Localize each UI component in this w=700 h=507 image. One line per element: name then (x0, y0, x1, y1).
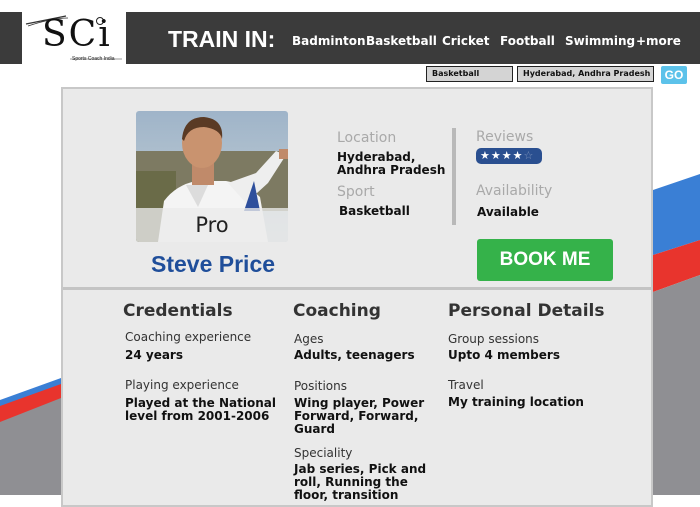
availability-label: Availability (476, 183, 553, 199)
playing-experience-value: Played at the National level from 2001-2… (125, 396, 276, 423)
logo-tagline: Sports Coach India (72, 56, 115, 62)
coaching-experience-value: 24 years (125, 348, 183, 362)
sport-search-field[interactable]: Basketball (426, 66, 513, 82)
travel-value: My training location (448, 395, 584, 409)
top-navbar: SCi Sports Coach India TRAIN IN: Badmint… (0, 12, 700, 64)
playing-experience-label: Playing experience (125, 378, 239, 392)
location-label: Location (337, 130, 397, 146)
site-logo[interactable]: SCi Sports Coach India (22, 12, 126, 64)
speciality-label: Speciality (294, 446, 353, 460)
nav-swimming[interactable]: Swimming (565, 34, 635, 48)
availability-value: Available (477, 205, 539, 219)
travel-label: Travel (448, 378, 484, 392)
positions-value: Wing player, Power Forward, Forward, Gua… (294, 396, 425, 436)
credentials-heading: Credentials (123, 301, 233, 321)
coach-photo: Pro (136, 111, 288, 242)
positions-label: Positions (294, 379, 347, 393)
coaching-heading: Coaching (293, 301, 381, 321)
location-search-field[interactable]: Hyderabad, Andhra Pradesh (517, 66, 654, 82)
nav-basketball[interactable]: Basketball (366, 34, 437, 48)
info-divider (452, 128, 456, 225)
reviews-label: Reviews (476, 129, 534, 145)
speciality-value: Jab series, Pick and roll, Running the f… (294, 462, 427, 502)
personal-details-heading: Personal Details (448, 301, 605, 321)
group-sessions-label: Group sessions (448, 332, 540, 346)
sport-label: Sport (337, 184, 375, 200)
train-in-label: TRAIN IN: (168, 26, 276, 52)
nav-badminton[interactable]: Badminton (292, 34, 366, 48)
nav-football[interactable]: Football (500, 34, 555, 48)
coaching-experience-label: Coaching experience (125, 330, 252, 344)
go-button[interactable]: GO (661, 66, 687, 84)
location-value: Hyderabad, Andhra Pradesh (337, 150, 446, 177)
section-divider (63, 287, 651, 290)
coach-name: Steve Price (151, 251, 276, 277)
ages-label: Ages (294, 332, 324, 346)
nav-cricket[interactable]: Cricket (442, 34, 489, 48)
group-sessions-value: Upto 4 members (448, 348, 560, 362)
sport-value: Basketball (339, 204, 410, 218)
coach-profile-card: Pro Steve Price Location Hyderabad, Andh… (61, 87, 653, 507)
ages-value: Adults, teenagers (294, 348, 415, 362)
pro-badge: Pro (136, 208, 288, 242)
star-rating[interactable]: ★★★★☆ (476, 148, 542, 164)
nav-more[interactable]: +more (636, 34, 681, 48)
logo-text: SCi (42, 14, 112, 55)
book-me-button[interactable]: BOOK ME (477, 239, 613, 281)
